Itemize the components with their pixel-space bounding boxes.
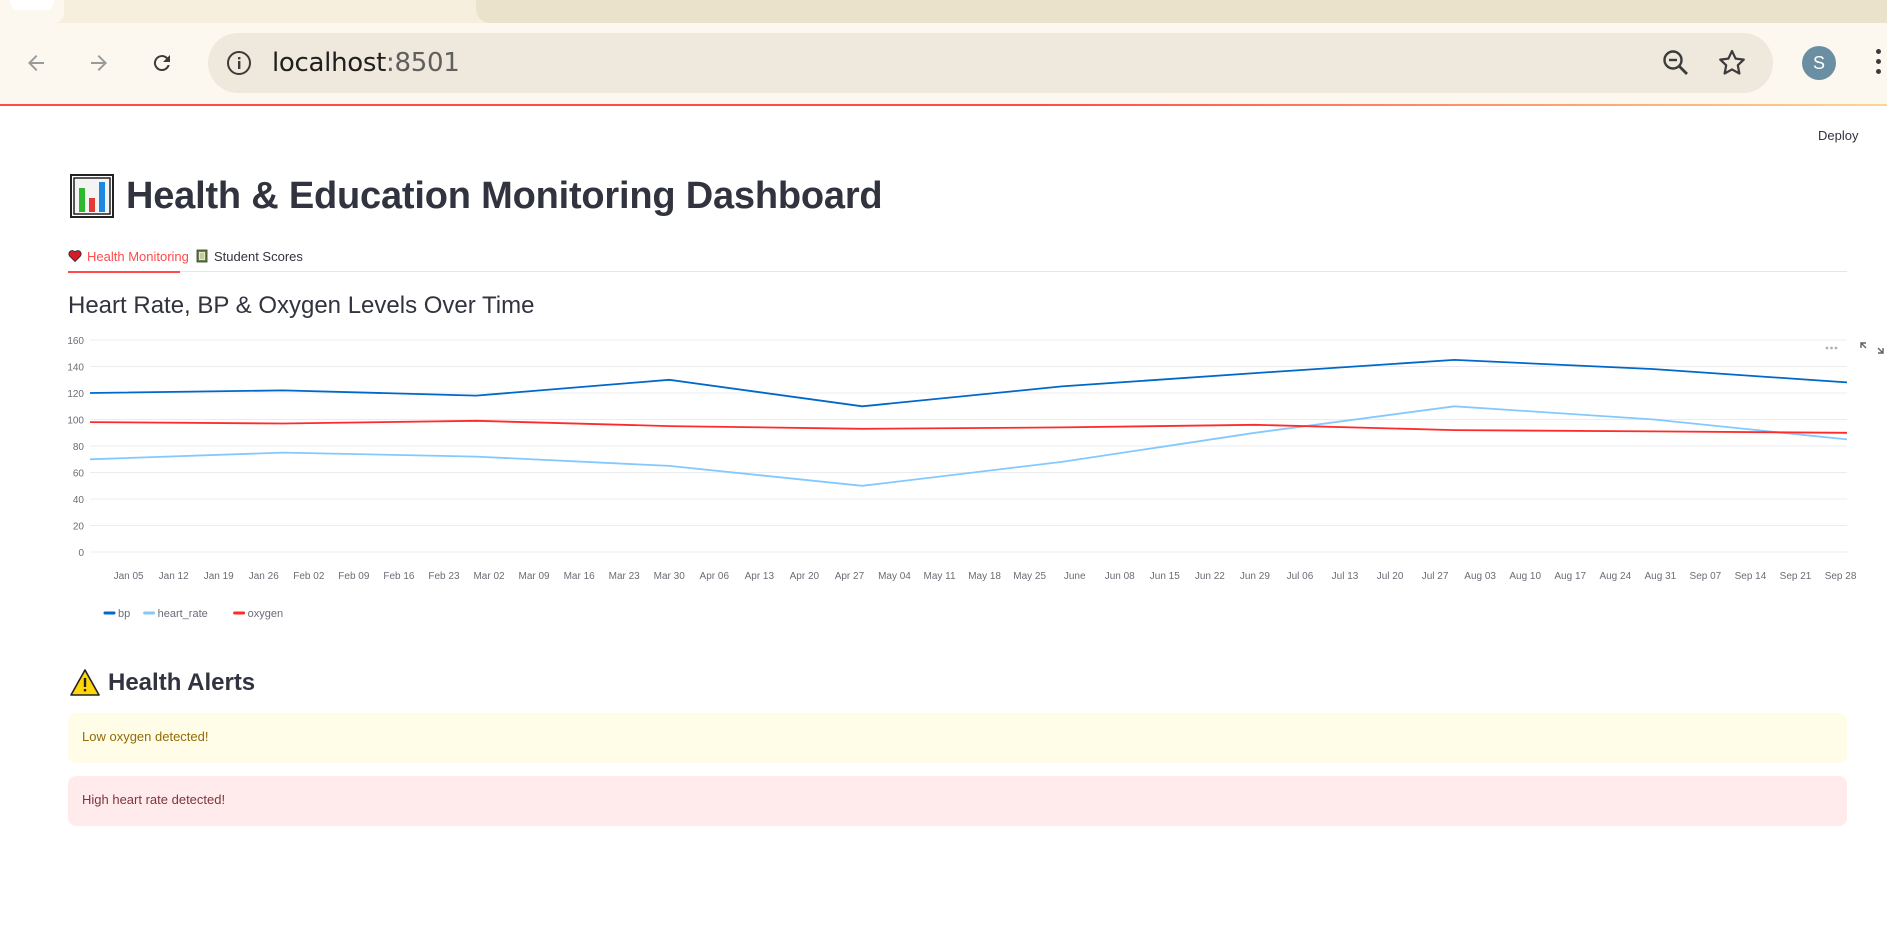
line-chart-svg: 0 20 40 60 80 100 120 140 160 Jan 05 Jan 12 Jan 19 J…	[67, 336, 1857, 620]
y-tick-label: 140	[67, 363, 84, 374]
x-tick-label: Aug 24	[1599, 571, 1631, 582]
x-tick-label: Apr 20	[790, 571, 820, 582]
x-tick-label: Jan 12	[159, 571, 189, 582]
x-tick-label: Apr 06	[700, 571, 730, 582]
heart-icon	[68, 250, 82, 263]
reload-icon	[153, 55, 170, 72]
info-icon[interactable]	[226, 50, 252, 76]
x-tick-label: May 18	[968, 571, 1001, 582]
x-tick-label: Jun 29	[1240, 571, 1270, 582]
x-tick-label: Jul 06	[1287, 571, 1314, 582]
tab-favicon	[10, 0, 54, 10]
x-tick-label: Aug 03	[1464, 571, 1496, 582]
x-tick-label: Aug 31	[1645, 571, 1677, 582]
x-tick-label: May 11	[924, 571, 956, 582]
bar-chart-icon	[70, 174, 114, 218]
x-tick-label: Mar 09	[519, 571, 551, 582]
legend-label-bp: bp	[118, 608, 130, 620]
app-decoration-bar	[0, 104, 1887, 106]
y-tick-label: 120	[67, 389, 84, 400]
address-bar[interactable]: localhost:8501	[208, 33, 1773, 93]
y-tick-label: 0	[78, 548, 84, 559]
forward-button[interactable]	[81, 45, 117, 81]
x-tick-label: Mar 30	[654, 571, 686, 582]
x-tick-label: Jan 26	[249, 571, 279, 582]
deploy-button[interactable]: Deploy	[1818, 128, 1858, 143]
line-chart[interactable]: 0 20 40 60 80 100 120 140 160 Jan 05 Jan 12 Jan 19 J…	[60, 330, 1860, 630]
legend-label-oxygen: oxygen	[248, 608, 283, 620]
bookmark-star-icon[interactable]	[1716, 47, 1748, 79]
page-title-text: Health & Education Monitoring Dashboard	[126, 174, 883, 217]
x-tick-label: May 25	[1013, 571, 1046, 582]
legend-label-heart_rate: heart_rate	[158, 608, 208, 620]
alert-error: High heart rate detected!	[68, 776, 1847, 826]
browser-tab-active[interactable]	[0, 0, 64, 23]
x-tick-label: Apr 27	[835, 571, 865, 582]
warning-icon	[70, 669, 100, 696]
x-tick-label: Sep 07	[1690, 571, 1722, 582]
x-tick-label: Feb 16	[383, 571, 415, 582]
x-tick-label: Aug 17	[1554, 571, 1586, 582]
reload-button[interactable]	[144, 45, 180, 81]
browser-tab-strip	[0, 0, 1887, 23]
x-tick-label: Sep 14	[1735, 571, 1767, 582]
more-options-icon[interactable]	[1825, 346, 1838, 350]
tab-bar: Health Monitoring Student Scores	[68, 240, 1847, 273]
x-tick-label: Jun 08	[1105, 571, 1135, 582]
browser-menu-icon[interactable]	[1876, 49, 1884, 79]
fullscreen-icon[interactable]	[1860, 342, 1884, 354]
arrow-left-icon	[28, 55, 44, 71]
x-tick-label: Feb 02	[293, 571, 325, 582]
x-tick-label: Jan 19	[204, 571, 234, 582]
tab-student-scores-label: Student Scores	[214, 248, 303, 264]
zoom-out-icon[interactable]	[1660, 47, 1692, 79]
x-tick-label: Mar 16	[564, 571, 596, 582]
url-port: :8501	[386, 48, 460, 78]
chart-toolbar	[1824, 338, 1884, 358]
series-line-oxygen	[89, 419, 1848, 434]
y-tick-label: 100	[67, 416, 84, 427]
y-tick-label: 60	[73, 469, 85, 480]
x-tick-label: Jun 22	[1195, 571, 1225, 582]
x-tick-label: Sep 21	[1780, 571, 1812, 582]
back-button[interactable]	[18, 45, 54, 81]
y-tick-label: 80	[73, 442, 85, 453]
x-tick-label: May 04	[878, 571, 911, 582]
alert-error-text: High heart rate detected!	[82, 792, 226, 807]
active-tab-indicator	[68, 271, 180, 273]
alerts-heading-text: Health Alerts	[108, 669, 256, 696]
x-tick-label: Jan 05	[114, 571, 144, 582]
x-tick-label: Aug 10	[1509, 571, 1541, 582]
x-tick-label: Mar 23	[609, 571, 641, 582]
page-title: Health & Education Monitoring Dashboard	[70, 174, 883, 218]
alert-warning-text: Low oxygen detected!	[82, 729, 209, 744]
x-tick-label: Feb 09	[338, 571, 370, 582]
y-tick-label: 160	[67, 336, 84, 347]
x-tick-label: Jul 20	[1377, 571, 1404, 582]
x-tick-label: June	[1064, 571, 1086, 582]
y-tick-label: 40	[73, 495, 85, 506]
x-tick-label: Jun 15	[1150, 571, 1180, 582]
x-tick-label: Feb 23	[428, 571, 460, 582]
alert-warning: Low oxygen detected!	[68, 713, 1847, 763]
chart-heading: Heart Rate, BP & Oxygen Levels Over Time	[68, 292, 535, 319]
notebook-icon	[196, 249, 208, 263]
arrow-right-icon	[91, 55, 107, 71]
browser-tab-inactive[interactable]	[476, 0, 1887, 23]
tab-student-scores[interactable]: Student Scores	[195, 244, 303, 268]
profile-avatar[interactable]: S	[1802, 46, 1836, 80]
tab-health-monitoring-label: Health Monitoring	[87, 248, 189, 264]
url-host: localhost	[272, 48, 387, 78]
x-tick-label: Apr 13	[745, 571, 775, 582]
x-tick-label: Sep 28	[1825, 571, 1857, 582]
x-tick-label: Jul 13	[1332, 571, 1359, 582]
y-tick-label: 20	[73, 522, 85, 533]
browser-toolbar: localhost:8501 S	[0, 23, 1887, 105]
alerts-heading: Health Alerts	[70, 668, 255, 698]
tab-health-monitoring[interactable]: Health Monitoring	[68, 244, 189, 268]
x-tick-label: Jul 27	[1422, 571, 1449, 582]
x-tick-label: Mar 02	[473, 571, 505, 582]
url-text: localhost:8501	[272, 48, 460, 78]
